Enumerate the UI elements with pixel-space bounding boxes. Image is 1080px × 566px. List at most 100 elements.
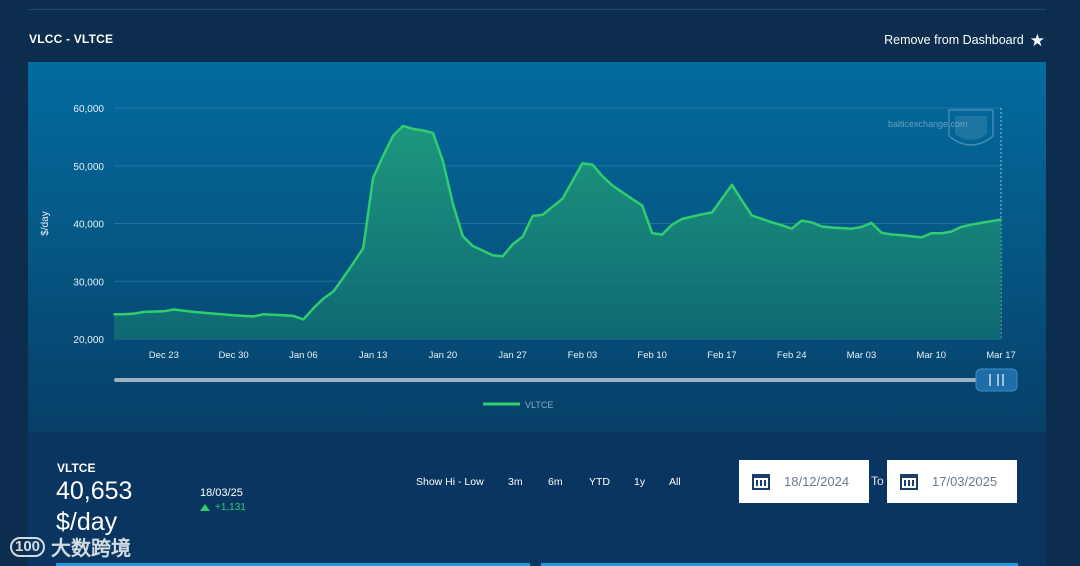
show-hi-low-button[interactable]: Show Hi - Low [416,476,484,488]
data-point[interactable] [352,262,355,265]
data-point[interactable] [432,132,434,134]
data-point[interactable] [163,310,165,313]
data-point[interactable] [930,232,932,235]
range-navigator[interactable] [114,368,1018,392]
data-point[interactable] [980,222,982,224]
data-point[interactable] [850,227,853,230]
range-1y-button[interactable]: 1y [634,476,645,488]
data-point[interactable] [1000,218,1002,221]
data-point[interactable] [183,309,185,312]
data-point[interactable] [771,221,773,224]
data-point[interactable] [970,223,972,226]
data-point[interactable] [113,313,115,315]
data-point[interactable] [322,297,325,300]
data-point[interactable] [651,232,653,235]
data-point[interactable] [462,235,464,237]
range-all-button[interactable]: All [669,476,681,488]
data-point[interactable] [362,247,365,250]
data-point[interactable] [302,318,305,321]
data-point[interactable] [681,218,683,220]
data-point[interactable] [880,231,883,234]
range-6m-button[interactable]: 6m [548,476,563,488]
data-point[interactable] [761,218,763,220]
data-point[interactable] [790,227,793,230]
star-icon[interactable]: ★ [1030,32,1045,49]
data-point[interactable] [661,233,663,236]
data-point[interactable] [472,245,474,247]
data-point[interactable] [940,232,942,235]
from-date-field[interactable]: 18/12/2024 [739,460,869,503]
data-point[interactable] [840,227,843,229]
data-point[interactable] [212,312,215,315]
data-point[interactable] [741,199,743,202]
data-point[interactable] [830,226,833,229]
to-date-field[interactable]: 17/03/2025 [887,460,1017,503]
data-point[interactable] [581,162,584,165]
data-point[interactable] [950,230,952,233]
data-point[interactable] [511,243,514,246]
legend-label[interactable]: VLTCE [525,400,553,410]
data-point[interactable] [332,290,335,293]
data-point[interactable] [601,175,604,177]
data-point[interactable] [312,307,315,310]
data-point[interactable] [482,249,484,252]
navigator-track[interactable] [114,378,994,382]
data-point[interactable] [521,236,524,238]
data-point[interactable] [551,206,554,208]
data-point[interactable] [402,125,404,127]
data-point[interactable] [392,134,394,137]
data-point[interactable] [452,203,454,205]
data-point[interactable] [751,214,753,217]
data-point[interactable] [671,223,673,226]
data-point[interactable] [252,315,255,318]
data-point[interactable] [442,160,444,162]
data-point[interactable] [780,224,783,226]
data-point[interactable] [920,236,923,239]
calendar-icon[interactable] [752,473,770,490]
data-point[interactable] [870,222,873,224]
data-point[interactable] [591,163,594,166]
data-point[interactable] [541,214,544,216]
data-point[interactable] [133,312,135,315]
data-point[interactable] [292,315,295,317]
data-point[interactable] [422,129,424,132]
data-point[interactable] [890,233,893,236]
data-point[interactable] [800,219,803,222]
data-point[interactable] [192,311,195,313]
chart-legend[interactable]: VLTCE [483,400,553,410]
data-point[interactable] [531,215,534,217]
data-point[interactable] [960,226,962,228]
range-ytd-button[interactable]: YTD [589,476,610,488]
data-point[interactable] [501,255,504,258]
data-point[interactable] [910,235,913,237]
data-point[interactable] [900,234,903,236]
data-point[interactable] [621,191,624,194]
data-point[interactable] [382,155,384,157]
data-point[interactable] [860,226,863,228]
calendar-icon[interactable] [900,473,918,490]
data-point[interactable] [262,313,265,315]
navigator-handle[interactable] [975,368,1018,392]
data-point[interactable] [143,311,145,313]
data-point[interactable] [372,177,374,179]
remove-from-dashboard-button[interactable]: Remove from Dashboard ★ [884,31,1045,49]
range-3m-button[interactable]: 3m [508,476,523,488]
data-point[interactable] [173,308,175,311]
data-point[interactable] [810,221,813,224]
data-point[interactable] [641,204,643,207]
data-point[interactable] [611,184,614,187]
data-point[interactable] [412,128,414,130]
data-point[interactable] [701,213,703,216]
data-point[interactable] [990,220,992,222]
data-point[interactable] [342,277,345,279]
data-point[interactable] [711,211,713,214]
data-point[interactable] [820,225,823,228]
data-point[interactable] [491,254,494,257]
data-point[interactable] [272,313,275,316]
data-point[interactable] [561,197,564,200]
data-point[interactable] [731,184,733,186]
data-point[interactable] [691,215,693,218]
data-point[interactable] [232,314,235,317]
data-point[interactable] [123,313,125,315]
data-point[interactable] [721,197,723,200]
